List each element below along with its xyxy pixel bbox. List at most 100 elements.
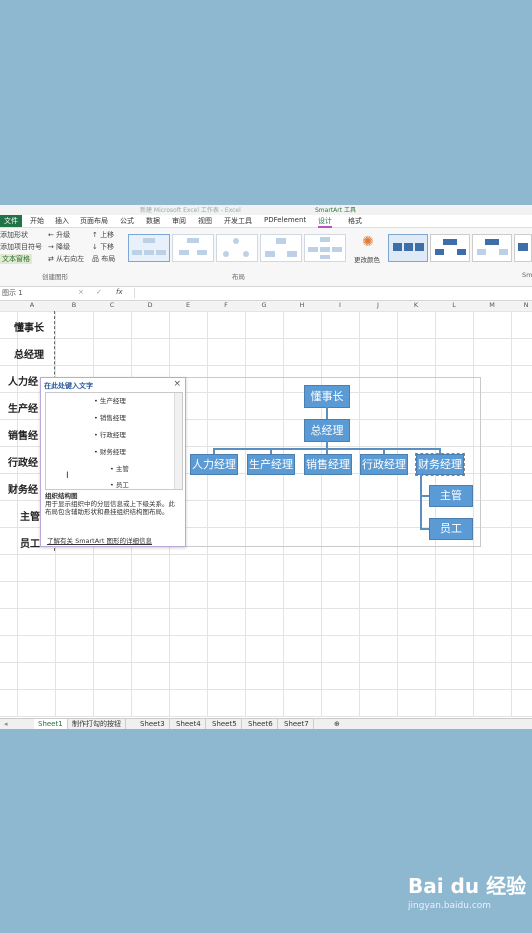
promote-button[interactable]: ← 升级 [48, 230, 70, 240]
connector [420, 495, 429, 497]
tab-page-layout[interactable]: 页面布局 [80, 216, 108, 226]
move-down-button[interactable]: ↓ 下移 [92, 242, 114, 252]
list-item-text: 行政经理 [99, 431, 126, 439]
style-option-2[interactable] [430, 234, 470, 262]
sheet-tab[interactable]: Sheet5 [208, 719, 242, 729]
text-pane: 在此处键入文字 × • 生产经理 • 销售经理 • 行政经理 • 财务经理 • … [40, 377, 186, 547]
text-cursor-icon: I [66, 471, 69, 481]
demote-button[interactable]: → 降级 [48, 242, 70, 252]
sheet-tab[interactable]: 制作打勾的按钮 [68, 719, 126, 729]
list-item[interactable]: • 行政经理 [94, 429, 126, 439]
column-header[interactable]: H [292, 301, 312, 309]
org-box-top[interactable]: 懂事长 [304, 385, 350, 408]
list-item[interactable]: • 财务经理 [94, 446, 126, 456]
right-to-left-button[interactable]: ⇄ 从右向左 [48, 254, 84, 264]
column-header[interactable]: C [102, 301, 122, 309]
tab-view[interactable]: 视图 [198, 216, 212, 226]
column-header[interactable]: N [516, 301, 532, 309]
move-down-label: 下移 [100, 243, 115, 251]
change-colors-button[interactable]: ✺ 更改颜色 [352, 232, 386, 268]
cell-label[interactable]: 懂事长 [14, 319, 60, 334]
org-box-manager[interactable]: 行政经理 [360, 454, 408, 475]
style-option-4[interactable] [514, 234, 532, 262]
list-item[interactable]: • 员工 [110, 479, 129, 489]
column-header[interactable]: K [406, 301, 426, 309]
title-bar: 新建 Microsoft Excel 工作表 - Excel SmartArt … [0, 205, 532, 215]
tab-format[interactable]: 格式 [348, 216, 362, 226]
list-item[interactable]: • 主管 [110, 463, 129, 473]
tab-file[interactable]: 文件 [0, 215, 22, 227]
column-header[interactable]: D [140, 301, 160, 309]
description-body: 用于显示组织中的分层信息或上下级关系。此布局包含辅助形状和悬挂组织结构图布局。 [45, 500, 175, 516]
column-header[interactable]: I [330, 301, 350, 309]
column-header[interactable]: B [64, 301, 84, 309]
function-icon[interactable]: fx [116, 288, 123, 296]
add-bullet-button[interactable]: 添加项目符号 [0, 242, 42, 252]
column-header[interactable]: G [254, 301, 274, 309]
column-header[interactable]: F [216, 301, 236, 309]
list-item-text: 员工 [115, 481, 129, 489]
scrollbar[interactable] [174, 393, 182, 489]
cell-label[interactable]: 总经理 [14, 346, 60, 361]
list-item[interactable]: • 销售经理 [94, 412, 126, 422]
layout-option-5[interactable] [304, 234, 346, 262]
tab-pdfelement[interactable]: PDFelement [264, 216, 306, 224]
org-box-sub[interactable]: 主管 [429, 485, 473, 507]
column-header[interactable]: J [368, 301, 388, 309]
column-header[interactable]: E [178, 301, 198, 309]
ribbon-tabs: 文件 开始 插入 页面布局 公式 数据 审阅 视图 开发工具 PDFelemen… [0, 215, 532, 228]
text-pane-list[interactable]: • 生产经理 • 销售经理 • 行政经理 • 财务经理 • 主管 • 员工 I [45, 392, 183, 490]
tab-developer[interactable]: 开发工具 [224, 216, 252, 226]
formula-input[interactable] [134, 288, 531, 298]
text-pane-button[interactable]: 文本窗格 [0, 254, 32, 264]
layout-option-3[interactable] [216, 234, 258, 262]
tab-data[interactable]: 数据 [146, 216, 160, 226]
name-box[interactable]: 图示 1 [2, 288, 52, 298]
org-box-manager[interactable]: 生产经理 [247, 454, 295, 475]
demote-label: 降级 [56, 243, 71, 251]
connector [420, 474, 422, 529]
tab-design[interactable]: 设计 [318, 216, 332, 228]
style-option-3[interactable] [472, 234, 512, 262]
layout-option-4[interactable] [260, 234, 302, 262]
add-shape-button[interactable]: 添加形状 [0, 230, 28, 240]
cancel-icon[interactable]: × [78, 288, 84, 296]
sheet-tab[interactable]: Sheet4 [172, 719, 206, 729]
tab-formulas[interactable]: 公式 [120, 216, 134, 226]
sheet-tab[interactable]: Sheet7 [280, 719, 314, 729]
description-title: 组织结构图 [45, 492, 78, 500]
org-box-manager[interactable]: 人力经理 [190, 454, 238, 475]
sheet-tab[interactable]: Sheet3 [136, 719, 170, 729]
org-box-second[interactable]: 总经理 [304, 419, 350, 442]
watermark-brand: Bai du 经验 [408, 874, 527, 898]
formula-bar: 图示 1 × ✓ fx [0, 287, 532, 301]
list-item[interactable]: • 生产经理 [94, 395, 126, 405]
tab-review[interactable]: 审阅 [172, 216, 186, 226]
layout-option-org-chart[interactable] [128, 234, 170, 262]
style-option-1[interactable] [388, 234, 428, 262]
layout-option-2[interactable] [172, 234, 214, 262]
sheet-tab[interactable]: Sheet1 [34, 719, 68, 729]
layout-button[interactable]: 品 布局 [92, 254, 115, 264]
excel-window: 新建 Microsoft Excel 工作表 - Excel SmartArt … [0, 205, 532, 729]
column-header[interactable]: A [22, 301, 42, 309]
close-icon[interactable]: × [173, 379, 181, 389]
text-pane-title: 在此处键入文字 [44, 382, 93, 390]
move-up-button[interactable]: ↑ 上移 [92, 230, 114, 240]
org-box-sub[interactable]: 员工 [429, 518, 473, 540]
column-header[interactable]: M [482, 301, 502, 309]
sheet-tab[interactable]: Sheet6 [244, 719, 278, 729]
contextual-tools-title: SmartArt 工具 [315, 207, 356, 214]
right-to-left-label: 从右向左 [56, 255, 85, 263]
tab-insert[interactable]: 插入 [55, 216, 69, 226]
org-box-manager-selected[interactable]: 财务经理 [415, 453, 465, 476]
tab-home[interactable]: 开始 [30, 216, 44, 226]
org-box-manager[interactable]: 销售经理 [304, 454, 352, 475]
layout-label: 布局 [101, 255, 116, 263]
scroll-left-icon[interactable]: ◂ [0, 719, 12, 729]
add-sheet-icon[interactable]: ⊕ [330, 719, 344, 729]
column-header[interactable]: L [444, 301, 464, 309]
enter-icon[interactable]: ✓ [96, 288, 102, 296]
learn-more-link[interactable]: 了解有关 SmartArt 图形的详细信息 [47, 535, 152, 545]
list-item-text: 生产经理 [99, 397, 126, 405]
